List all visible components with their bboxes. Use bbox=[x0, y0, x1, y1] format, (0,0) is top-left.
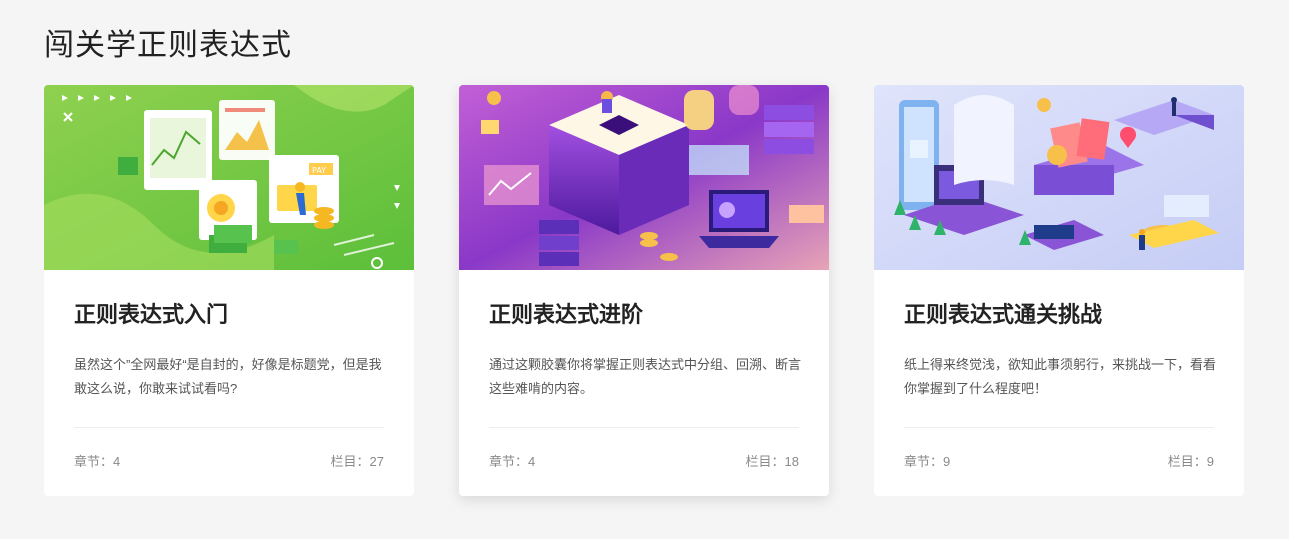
chapter-count: 章节：4 bbox=[489, 454, 536, 469]
isometric-data-platform-illustration-icon bbox=[459, 85, 829, 270]
card-title: 正则表达式进阶 bbox=[489, 302, 644, 327]
card-description: 虽然这个”全网最好“是自封的，好像是标题党，但是我敢这么说，你敢来试试看吗? bbox=[74, 357, 382, 396]
card-divider bbox=[489, 427, 799, 428]
chapter-count: 章节：9 bbox=[904, 454, 951, 469]
card-title: 正则表达式通关挑战 bbox=[904, 302, 1103, 327]
page-title: 闯关学正则表达式 bbox=[44, 29, 292, 62]
isometric-challenge-illustration-icon bbox=[874, 85, 1244, 270]
chapter-count: 章节：4 bbox=[74, 454, 121, 469]
course-card-list: PAY 正则表达式入门 虽然这个”全网最好“是自封的，好像是标题党，但是我敢这么… bbox=[44, 85, 1245, 496]
section-count: 栏目：27 bbox=[330, 454, 384, 469]
svg-text:PAY: PAY bbox=[312, 166, 326, 175]
course-card-challenge[interactable]: 正则表达式通关挑战 纸上得来终觉浅，欲知此事须躬行，来挑战一下，看看你掌握到了什… bbox=[874, 85, 1244, 496]
card-divider bbox=[904, 427, 1214, 428]
course-card-advanced[interactable]: 正则表达式进阶 通过这颗胶囊你将掌握正则表达式中分组、回溯、断言这些难啃的内容。… bbox=[459, 85, 829, 496]
section-count: 栏目：9 bbox=[1167, 454, 1214, 469]
card-description: 纸上得来终觉浅，欲知此事须躬行，来挑战一下，看看你掌握到了什么程度吧！ bbox=[904, 357, 1217, 396]
card-divider bbox=[74, 427, 384, 428]
card-description: 通过这颗胶囊你将掌握正则表达式中分组、回溯、断言这些难啃的内容。 bbox=[489, 357, 802, 396]
finance-dashboard-illustration-icon: PAY bbox=[44, 85, 414, 270]
card-title: 正则表达式入门 bbox=[74, 302, 229, 327]
section-count: 栏目：18 bbox=[745, 454, 799, 469]
course-card-intro[interactable]: PAY 正则表达式入门 虽然这个”全网最好“是自封的，好像是标题党，但是我敢这么… bbox=[44, 85, 414, 496]
